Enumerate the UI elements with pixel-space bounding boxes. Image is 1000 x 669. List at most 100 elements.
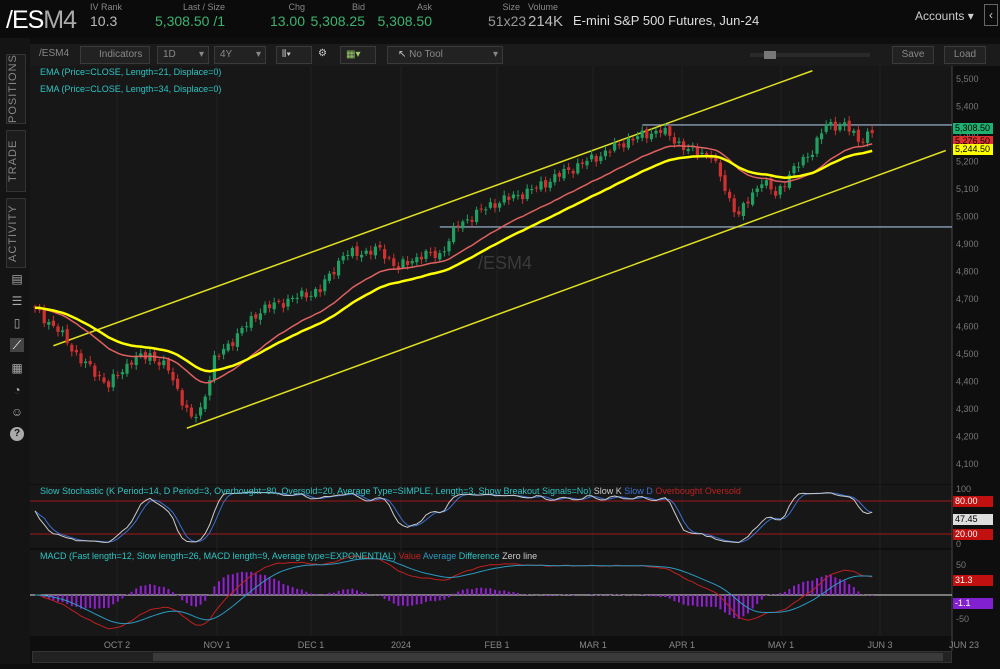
tab-positions[interactable]: POSITIONS [6, 54, 26, 124]
chevron-down-icon: ▾ [967, 9, 974, 23]
candle [341, 255, 345, 261]
help-icon[interactable]: ? [10, 427, 24, 441]
symbol-month: M4 [43, 6, 77, 34]
candle [120, 372, 124, 375]
gauge-icon[interactable]: ◔ [10, 383, 24, 397]
timeframe-select[interactable]: 4Y ▾ [214, 46, 266, 64]
cursor-icon: ↖ [398, 49, 407, 60]
y-tick: 4,700 [956, 294, 979, 304]
gear-icon[interactable]: ⚙ [316, 46, 332, 64]
candle [613, 142, 617, 151]
candle [516, 195, 520, 197]
candle [751, 192, 755, 205]
candle [580, 162, 584, 164]
horizontal-scrollbar[interactable] [32, 651, 952, 663]
candle [300, 290, 304, 297]
aggregation-select[interactable]: 1D ▾ [157, 46, 209, 64]
candle [157, 362, 161, 366]
candle [870, 130, 874, 134]
y-tick: 5,200 [956, 157, 979, 167]
candle [415, 257, 419, 263]
candle [392, 258, 396, 266]
tab-trade[interactable]: TRADE [6, 130, 26, 192]
candle [185, 404, 189, 408]
list-icon[interactable]: ☰ [10, 294, 24, 308]
candle [304, 292, 308, 298]
candle [42, 308, 46, 324]
ema21-legend: EMA (Price=CLOSE, Length=21, Displace=0) [40, 67, 222, 77]
chart-type-button[interactable]: ⫴▾ [276, 46, 312, 64]
save-button[interactable]: Save [892, 46, 934, 64]
quote-value: 10.3 [90, 13, 118, 29]
candle [866, 131, 870, 143]
candle [553, 174, 557, 183]
y-tick: 5,000 [956, 212, 979, 222]
candle [465, 219, 469, 221]
candle [626, 138, 630, 148]
value-legend: Value [398, 551, 421, 561]
y-tick: 4,500 [956, 349, 979, 359]
grid-icon[interactable]: ▦ [10, 361, 24, 375]
candle [102, 377, 106, 383]
candle [424, 250, 428, 259]
chart-toolbar: /ESM4 Indicators 1D ▾ 4Y ▾ ⫴▾ ⚙ ▦▾ ↖ No To… [30, 44, 1000, 66]
macd-title: MACD (Fast length=12, Slow length=26, MA… [40, 551, 537, 561]
people-icon[interactable]: ☺ [10, 405, 24, 419]
candle [774, 190, 778, 196]
candle [737, 211, 741, 215]
price-chart[interactable]: OCT 2 NOV 1 DEC 1 2024 FEB 1 MAR 1 APR 1 MAY 1 J… [30, 66, 1000, 664]
accounts-button[interactable]: Accounts ▾ [915, 9, 974, 23]
macd-value-tag: 31.3 [953, 574, 993, 586]
candle [125, 363, 129, 374]
aggregation-value: 1D [163, 49, 176, 60]
candle [488, 202, 492, 208]
candle [387, 257, 391, 259]
candle [327, 273, 331, 281]
candle [783, 186, 787, 188]
candle [84, 361, 88, 364]
candle [594, 155, 598, 162]
quote-iv-rank: IV Rank 10.3 [90, 2, 130, 29]
candle [56, 326, 60, 332]
quote-label: Volume [528, 2, 559, 12]
tab-activity[interactable]: ACTIVITY [6, 198, 26, 268]
load-button[interactable]: Load [944, 46, 986, 64]
collapse-panel-button[interactable]: ‹ [984, 4, 998, 26]
indicators-label: Indicators [99, 49, 143, 60]
candle [111, 374, 115, 388]
x-tick: MAR 1 [579, 640, 607, 650]
x-tick: DEC 1 [298, 640, 325, 650]
candle [406, 260, 410, 265]
chart-symbol[interactable]: /ESM4 [34, 46, 74, 64]
notes-icon[interactable]: ▤ [10, 272, 24, 286]
candle [231, 342, 235, 347]
ema34-legend: EMA (Price=CLOSE, Length=34, Displace=0) [40, 84, 222, 94]
candle [171, 371, 175, 381]
candle [659, 130, 663, 133]
candle [355, 246, 359, 256]
candle [166, 359, 170, 371]
style-button[interactable]: ▦▾ [340, 46, 376, 64]
candle [134, 356, 138, 366]
candle [360, 254, 364, 258]
zoom-slider[interactable] [750, 51, 870, 59]
quote-label: Last / Size [182, 2, 225, 12]
clipboard-icon[interactable]: ▯ [10, 316, 24, 330]
y-tick: 4,100 [956, 459, 979, 469]
symbol-title[interactable]: /ESM4 [6, 6, 77, 35]
chart-drawing-icon[interactable]: ⟋ [10, 338, 24, 352]
indicators-button[interactable]: Indicators [80, 46, 150, 64]
candle [856, 129, 860, 142]
candle [74, 349, 78, 353]
candle [686, 149, 690, 152]
quote-value: 13.00 [269, 13, 305, 29]
candle [189, 407, 193, 417]
candle [240, 327, 244, 334]
y-tick: 5,400 [956, 102, 979, 112]
candle [383, 249, 387, 259]
candle [277, 300, 281, 302]
chart-area[interactable]: OCT 2 NOV 1 DEC 1 2024 FEB 1 MAR 1 APR 1 MAY 1 J… [30, 66, 1000, 664]
candle [212, 355, 216, 381]
drawing-tool-select[interactable]: ↖ No Tool ▾ [387, 46, 503, 64]
oversold-legend: Oversold [704, 486, 741, 496]
